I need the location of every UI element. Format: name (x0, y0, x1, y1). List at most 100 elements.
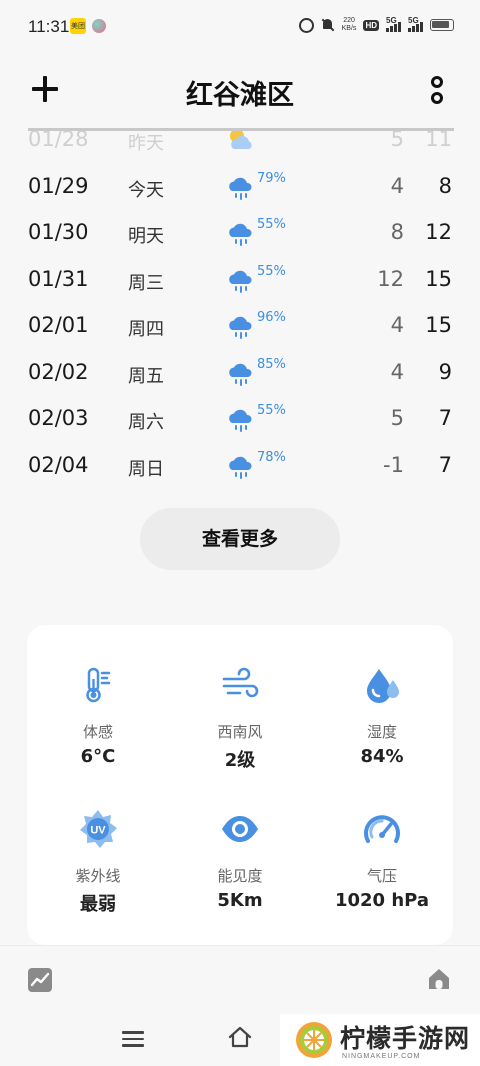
forecast-high-temp: 15 (425, 267, 452, 291)
recent-apps-button[interactable] (122, 1031, 144, 1047)
forecast-low-temp: 4 (390, 360, 404, 384)
see-more-button[interactable]: 查看更多 (140, 508, 340, 570)
mute-icon (321, 18, 335, 32)
forecast-row[interactable]: 01/28 昨天 5 11 (0, 117, 480, 163)
forecast-day: 今天 (128, 180, 164, 201)
menu-icon-line (122, 1037, 144, 1040)
network-type-sim2: 5G (408, 16, 419, 25)
forecast-row[interactable]: 01/30 明天 55% 8 12 (0, 210, 480, 256)
forecast-low-temp: -1 (383, 453, 404, 477)
list-top-divider (28, 128, 454, 131)
uv-label: 紫外线 (75, 867, 121, 885)
detail-pressure: 气压 1020 hPa (311, 809, 453, 911)
forecast-low-temp: 4 (390, 313, 404, 337)
forecast-day: 周三 (128, 273, 164, 294)
network-speed-unit: KB/s (341, 25, 357, 32)
rain-cloud-icon (229, 270, 252, 293)
forecast-high-temp: 8 (438, 174, 452, 198)
menu-icon-line (122, 1044, 144, 1047)
forecast-low-temp: 12 (377, 267, 404, 291)
pressure-label: 气压 (366, 867, 397, 885)
battery-icon (430, 19, 454, 31)
status-bar: 11:31 美团 220 KB/s HD 5G 5G (0, 0, 480, 52)
forecast-date: 02/03 (28, 406, 89, 430)
system-home-button[interactable] (227, 1025, 253, 1049)
signal-icon-sim2: 5G (408, 16, 423, 32)
visibility-value: 5Km (217, 890, 263, 911)
signal-icon-sim1: 5G (386, 16, 401, 32)
forecast-high-temp: 15 (425, 313, 452, 337)
forecast-rain-probability: 55% (257, 217, 286, 232)
header: 红谷滩区 (0, 60, 480, 120)
hd-voice-badge: HD (363, 19, 379, 31)
forecast-rain-probability: 55% (257, 264, 286, 279)
home-icon (429, 969, 449, 989)
thermometer-icon (86, 667, 111, 703)
forecast-high-temp: 7 (438, 406, 452, 430)
forecast-row[interactable]: 02/03 周六 55% 5 7 (0, 396, 480, 442)
forecast-day: 周四 (128, 319, 164, 340)
detail-humidity: 湿度 84% (311, 665, 453, 767)
forecast-date: 02/02 (28, 360, 89, 384)
forecast-rain-probability: 79% (257, 171, 286, 186)
forecast-row[interactable]: 02/04 周日 78% -1 7 (0, 443, 480, 489)
detail-feels-like: 体感 6°C (27, 665, 169, 767)
status-time: 11:31 (28, 17, 70, 36)
more-vertical-icon-dot (431, 92, 443, 104)
detail-visibility: 能见度 5Km (169, 809, 311, 911)
trend-chart-button[interactable] (28, 968, 52, 992)
watermark-subtext: NINGMAKEUP.COM (342, 1053, 421, 1060)
home-outline-icon (228, 1026, 252, 1048)
forecast-day: 明天 (128, 226, 164, 247)
network-speed: 220 KB/s (342, 17, 357, 33)
rain-cloud-icon (229, 177, 252, 200)
rain-cloud-icon (229, 456, 252, 479)
forecast-date: 02/04 (28, 453, 89, 477)
status-indicators: 220 KB/s HD 5G 5G (298, 16, 454, 33)
forecast-low-temp: 5 (390, 406, 404, 430)
page-title: 红谷滩区 (186, 80, 294, 111)
wind-icon (222, 667, 259, 698)
watermark-text: 柠檬手游网 (340, 1024, 471, 1053)
feels-like-value: 6°C (80, 746, 116, 767)
network-type-sim1: 5G (386, 16, 397, 25)
forecast-day: 周五 (128, 366, 164, 387)
meituan-app-icon: 美团 (70, 18, 86, 34)
app-notification-icon (92, 19, 106, 33)
forecast-rain-probability: 55% (257, 403, 286, 418)
humidity-drop-icon (367, 669, 399, 703)
gauge-icon (364, 815, 400, 843)
rain-cloud-icon (229, 409, 252, 432)
forecast-high-temp: 7 (438, 453, 452, 477)
forecast-date: 01/29 (28, 174, 89, 198)
wind-label: 西南风 (217, 723, 263, 741)
trend-chart-icon (30, 972, 50, 987)
forecast-row[interactable]: 02/02 周五 85% 4 9 (0, 350, 480, 396)
detail-uv: UV 紫外线 最弱 (27, 809, 169, 916)
forecast-date: 01/30 (28, 220, 89, 244)
more-options-button[interactable] (430, 76, 444, 104)
forecast-date: 02/01 (28, 313, 89, 337)
home-button[interactable] (426, 966, 452, 992)
weather-details-card: 体感 6°C 西南风 2级 湿度 84% UV 紫外线 最弱 能见度 5Km 气… (27, 625, 453, 945)
alarm-icon (298, 17, 314, 33)
lemon-logo-icon (296, 1022, 332, 1058)
rain-cloud-icon (229, 223, 252, 246)
uv-sun-icon: UV (80, 810, 117, 848)
forecast-row[interactable]: 01/29 今天 79% 4 8 (0, 164, 480, 210)
forecast-low-temp: 4 (390, 174, 404, 198)
forecast-row[interactable]: 02/01 周四 96% 4 15 (0, 303, 480, 349)
feels-like-label: 体感 (82, 723, 113, 741)
forecast-day: 昨天 (128, 133, 164, 154)
forecast-rain-probability: 85% (257, 357, 286, 372)
bottom-app-bar (0, 945, 480, 1011)
watermark: 柠檬手游网 NINGMAKEUP.COM (280, 1014, 480, 1066)
visibility-label: 能见度 (217, 867, 263, 885)
humidity-value: 84% (360, 746, 404, 767)
eye-icon (222, 816, 258, 842)
forecast-row[interactable]: 01/31 周三 55% 12 15 (0, 257, 480, 303)
forecast-rain-probability: 96% (257, 310, 286, 325)
menu-icon (122, 1031, 144, 1034)
forecast-day: 周六 (128, 412, 164, 433)
wind-value: 2级 (224, 750, 256, 771)
